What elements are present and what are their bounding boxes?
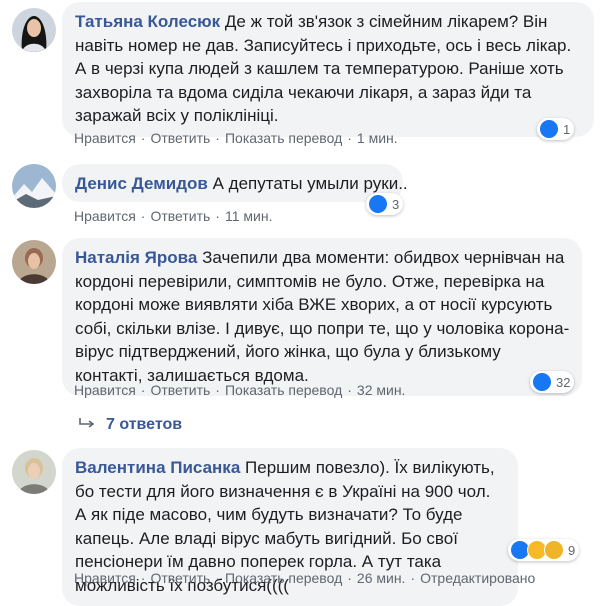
- reaction-summary[interactable]: 3: [366, 193, 404, 215]
- avatar[interactable]: [12, 240, 56, 284]
- reply-link[interactable]: Ответить: [150, 208, 210, 224]
- comment-time[interactable]: 1 мин.: [357, 130, 398, 146]
- comment-actions: Нравится · Ответить · Показать перевод · 26 ми…: [74, 570, 536, 586]
- translate-link[interactable]: Показать перевод: [225, 382, 342, 398]
- like-reaction-icon: [539, 119, 559, 139]
- comment-author[interactable]: Валентина Писанка: [75, 458, 240, 477]
- comment-time[interactable]: 26 мин.: [357, 570, 406, 586]
- comment-author[interactable]: Татьяна Колесюк: [75, 12, 220, 31]
- comment-actions: Нравится · Ответить · Показать перевод · 32 ми…: [74, 382, 406, 398]
- translate-link[interactable]: Показать перевод: [225, 130, 342, 146]
- reaction-count: 9: [568, 542, 576, 558]
- sad-reaction-icon: [544, 540, 564, 560]
- comment-time[interactable]: 32 мин.: [357, 382, 406, 398]
- reply-arrow-icon: [78, 416, 96, 434]
- reply-link[interactable]: Ответить: [150, 130, 210, 146]
- reaction-count: 3: [392, 196, 400, 212]
- reaction-summary[interactable]: 32: [530, 371, 575, 393]
- avatar[interactable]: [12, 8, 56, 52]
- avatar[interactable]: [12, 164, 56, 208]
- translate-link[interactable]: Показать перевод: [225, 570, 342, 586]
- comment-author[interactable]: Денис Демидов: [75, 174, 208, 193]
- comment-text: Зачепили два моменти: обидвох чернівчан …: [75, 248, 570, 385]
- comment-text: А депутаты умыли руки..: [212, 174, 408, 193]
- comment-actions: Нравится · Ответить · 11 мин.: [74, 208, 273, 224]
- comment-bubble: Денис Демидов А депутаты умыли руки..: [62, 164, 408, 202]
- reply-link[interactable]: Ответить: [150, 382, 210, 398]
- reaction-summary[interactable]: 1: [537, 118, 575, 140]
- like-link[interactable]: Нравится: [74, 130, 136, 146]
- like-link[interactable]: Нравится: [74, 382, 136, 398]
- avatar[interactable]: [12, 450, 56, 494]
- like-reaction-icon: [368, 194, 388, 214]
- view-replies-link[interactable]: 7 ответов: [78, 416, 182, 434]
- reaction-summary[interactable]: 9: [508, 539, 580, 561]
- comment-actions: Нравится · Ответить · Показать перевод · 1 мин…: [74, 130, 398, 146]
- comment-bubble: Татьяна Колесюк Де ж той зв'язок з сімей…: [62, 2, 594, 137]
- edited-label: Отредактировано: [420, 570, 536, 586]
- replies-count[interactable]: 7 ответов: [106, 416, 182, 434]
- reply-link[interactable]: Ответить: [150, 570, 210, 586]
- like-link[interactable]: Нравится: [74, 208, 136, 224]
- comment-bubble: Наталія Ярова Зачепили два моменти: обид…: [62, 238, 582, 396]
- like-reaction-icon: [532, 372, 552, 392]
- like-link[interactable]: Нравится: [74, 570, 136, 586]
- comment-author[interactable]: Наталія Ярова: [75, 248, 197, 267]
- reaction-count: 32: [556, 374, 571, 390]
- comment-time[interactable]: 11 мин.: [225, 208, 273, 224]
- reaction-count: 1: [563, 121, 571, 137]
